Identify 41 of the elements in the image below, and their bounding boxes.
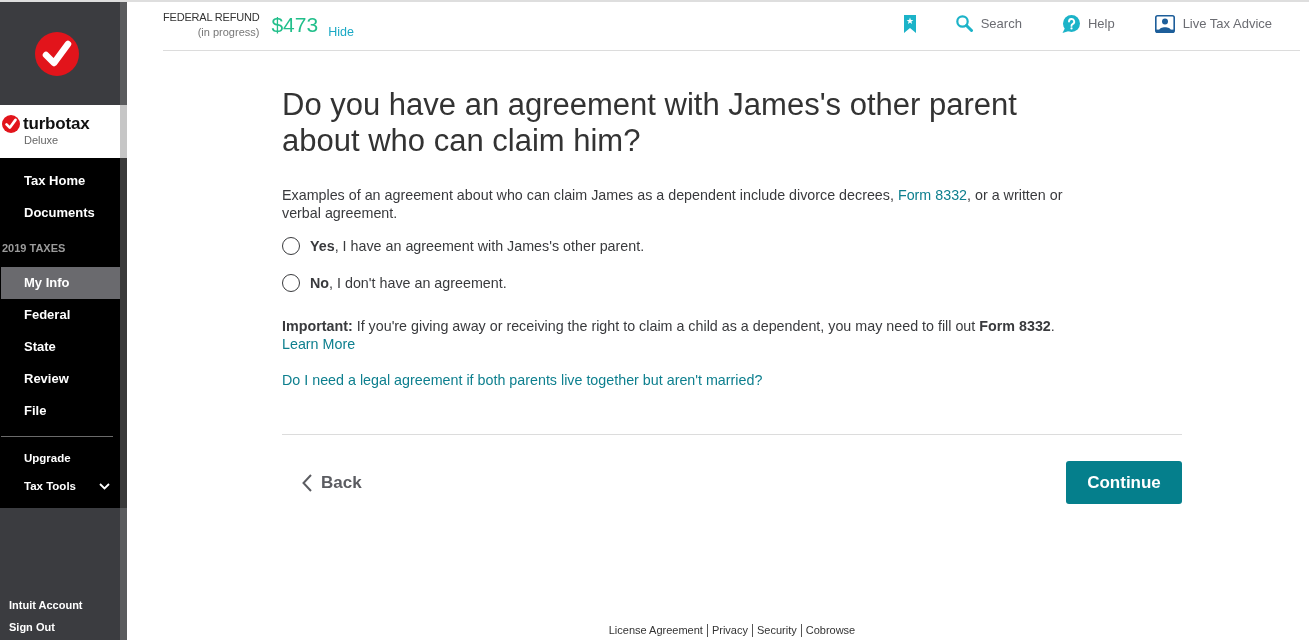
refund-label: FEDERAL REFUND — [163, 10, 260, 25]
search-icon — [955, 15, 973, 32]
refund-status: (in progress) — [197, 25, 260, 40]
brand-name: turbotax — [23, 114, 90, 134]
help-link[interactable]: Help — [1087, 16, 1115, 31]
nav-item[interactable]: Tax Home — [1, 165, 120, 197]
option-label[interactable]: No, I don't have an agreement. — [310, 275, 507, 291]
continue-button[interactable]: Continue — [1066, 461, 1182, 504]
learn-more-link[interactable]: Learn More — [282, 335, 356, 353]
help-icon — [1061, 14, 1080, 33]
advisor-icon — [1154, 14, 1175, 33]
check-logo-icon — [35, 31, 79, 76]
description-text: Examples of an agreement about who can claim James as a dependent include divorce decrees, Form 8332, or a written or verbal agreement. — [282, 186, 1064, 222]
refund-amount: $473 — [271, 13, 319, 37]
question-title: Do you have an agreement with James's other parent about who can claim him? — [282, 87, 1018, 159]
search-link[interactable]: Search — [980, 16, 1022, 31]
footer-link[interactable]: Cobrowse — [800, 624, 860, 637]
edition-label: Deluxe — [24, 134, 60, 147]
nav-item[interactable]: File — [1, 395, 120, 427]
menu-link[interactable]: Upgrade — [1, 444, 120, 472]
account-link[interactable]: Intuit Account — [9, 598, 120, 612]
section-label: 2019 TAXES — [1, 241, 67, 256]
advice-link[interactable]: Live Tax Advice — [1182, 16, 1272, 31]
menu-dropdown[interactable]: Tax Tools — [1, 472, 120, 500]
radio-button[interactable] — [282, 237, 300, 255]
nav-item[interactable]: Documents — [1, 197, 120, 229]
radio-button[interactable] — [282, 274, 300, 292]
option-label[interactable]: Yes, I have an agreement with James's other parent. — [310, 238, 645, 254]
help-question-link[interactable]: Do I need a legal agreement if both parents live together but aren't married? — [282, 371, 763, 389]
chevron-icon — [99, 482, 110, 490]
back-button[interactable]: Back — [302, 472, 362, 493]
footer-link[interactable]: Privacy — [706, 624, 752, 637]
nav-item[interactable]: My Info — [1, 267, 120, 299]
chevron-left-icon — [302, 473, 312, 492]
footer-link[interactable]: Security — [751, 624, 801, 637]
footer-link[interactable]: License Agreement — [604, 624, 707, 637]
nav-item[interactable]: Federal — [1, 299, 120, 331]
important-note: Important: If you're giving away or receiving the right to claim a child as a dependent, you may need to fill out Form 8332. — [282, 317, 1056, 335]
nav-item[interactable]: Review — [1, 363, 120, 395]
nav-item[interactable]: State — [1, 331, 120, 363]
account-link[interactable]: Sign Out — [9, 620, 120, 634]
